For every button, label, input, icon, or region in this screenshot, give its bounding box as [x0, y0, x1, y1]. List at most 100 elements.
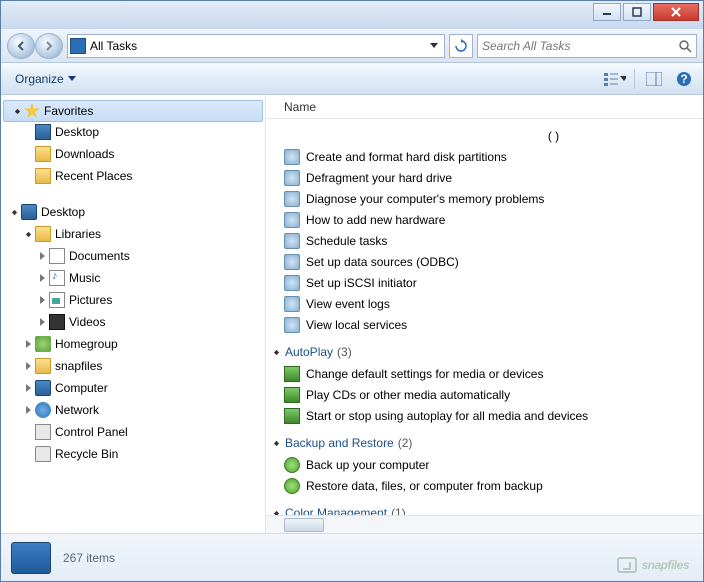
node-icon [35, 402, 51, 418]
libraries-icon [35, 226, 51, 242]
task-item[interactable]: Create and format hard disk partitions [284, 146, 703, 167]
favorites-item[interactable]: Downloads [1, 143, 265, 165]
preview-pane-button[interactable] [643, 68, 665, 90]
task-icon [284, 149, 300, 165]
task-item[interactable]: Change default settings for media or dev… [284, 363, 703, 384]
view-options-button[interactable] [604, 68, 626, 90]
task-item[interactable]: Set up iSCSI initiator [284, 272, 703, 293]
task-item[interactable]: How to add new hardware [284, 209, 703, 230]
library-icon [49, 270, 65, 286]
desktop-node[interactable]: Desktop [1, 201, 265, 223]
desktop-label: Desktop [41, 205, 85, 219]
desktop-icon [21, 204, 37, 220]
desktop-child[interactable]: Control Panel [1, 421, 265, 443]
status-icon [11, 542, 51, 574]
task-item[interactable]: View local services [284, 314, 703, 335]
task-item[interactable]: View event logs [284, 293, 703, 314]
toolbar: Organize ? [1, 63, 703, 95]
favorites-label: Favorites [44, 104, 93, 118]
group-header[interactable]: AutoPlay (3) [274, 345, 703, 359]
star-icon [24, 103, 40, 119]
content-area: Favorites DesktopDownloadsRecent Places … [1, 95, 703, 533]
tree-label: Homegroup [55, 337, 118, 351]
folder-icon [35, 124, 51, 140]
scrollbar-thumb[interactable] [284, 518, 324, 532]
task-label: Diagnose your computer's memory problems [306, 192, 544, 206]
task-label: Restore data, files, or computer from ba… [306, 479, 543, 493]
tree-label: Documents [69, 249, 130, 263]
task-label: View event logs [306, 297, 390, 311]
task-icon [284, 478, 300, 494]
search-box[interactable] [477, 34, 697, 58]
help-button[interactable]: ? [673, 68, 695, 90]
library-item[interactable]: Pictures [1, 289, 265, 311]
library-item[interactable]: Music [1, 267, 265, 289]
task-item[interactable]: Defragment your hard drive [284, 167, 703, 188]
row-placeholder: ( ) [284, 125, 703, 146]
task-label: Change default settings for media or dev… [306, 367, 543, 381]
forward-button[interactable] [35, 33, 63, 59]
group-count: (2) [398, 436, 413, 450]
refresh-button[interactable] [449, 34, 473, 58]
task-item[interactable]: Set up data sources (ODBC) [284, 251, 703, 272]
library-item[interactable]: Documents [1, 245, 265, 267]
group-header[interactable]: Color Management (1) [274, 506, 703, 515]
status-bar: 267 items snapfiles [1, 533, 703, 581]
task-icon [284, 408, 300, 424]
item-count: 267 items [63, 551, 115, 565]
watermark: snapfiles [617, 557, 689, 573]
favorites-item[interactable]: Desktop [1, 121, 265, 143]
task-item[interactable]: Start or stop using autoplay for all med… [284, 405, 703, 426]
maximize-button[interactable] [623, 3, 651, 21]
desktop-child[interactable]: Homegroup [1, 333, 265, 355]
task-item[interactable]: Diagnose your computer's memory problems [284, 188, 703, 209]
group-header[interactable]: Backup and Restore (2) [274, 436, 703, 450]
column-header-name[interactable]: Name [266, 95, 703, 119]
desktop-child[interactable]: Computer [1, 377, 265, 399]
library-item[interactable]: Videos [1, 311, 265, 333]
library-icon [49, 314, 65, 330]
address-bar[interactable]: All Tasks [67, 34, 445, 58]
task-item[interactable]: Schedule tasks [284, 230, 703, 251]
svg-text:?: ? [680, 72, 687, 86]
search-input[interactable] [482, 39, 674, 53]
node-icon [35, 446, 51, 462]
task-list: ( ) Create and format hard disk partitio… [266, 119, 703, 515]
task-icon [284, 317, 300, 333]
node-icon [35, 336, 51, 352]
address-dropdown[interactable] [426, 43, 442, 49]
desktop-child[interactable]: Network [1, 399, 265, 421]
folder-icon [35, 168, 51, 184]
minimize-button[interactable] [593, 3, 621, 21]
library-icon [49, 248, 65, 264]
favorites-item[interactable]: Recent Places [1, 165, 265, 187]
task-icon [284, 170, 300, 186]
task-icon [284, 366, 300, 382]
desktop-child[interactable]: Recycle Bin [1, 443, 265, 465]
task-item[interactable]: Restore data, files, or computer from ba… [284, 475, 703, 496]
task-label: Back up your computer [306, 458, 429, 472]
task-label: How to add new hardware [306, 213, 445, 227]
address-text: All Tasks [90, 39, 422, 53]
tree-label: Desktop [55, 125, 99, 139]
tree-label: Control Panel [55, 425, 128, 439]
main-pane: Name ( ) Create and format hard disk par… [266, 95, 703, 533]
horizontal-scrollbar[interactable] [266, 515, 703, 533]
organize-menu[interactable]: Organize [9, 69, 82, 89]
task-icon [284, 296, 300, 312]
task-item[interactable]: Back up your computer [284, 454, 703, 475]
navigation-bar: All Tasks [1, 29, 703, 63]
folder-icon [35, 146, 51, 162]
task-icon [284, 457, 300, 473]
favorites-node[interactable]: Favorites [3, 100, 263, 122]
task-label: Defragment your hard drive [306, 171, 452, 185]
task-icon [284, 233, 300, 249]
tree-label: Network [55, 403, 99, 417]
back-button[interactable] [7, 33, 35, 59]
libraries-node[interactable]: Libraries [1, 223, 265, 245]
desktop-child[interactable]: snapfiles [1, 355, 265, 377]
close-button[interactable] [653, 3, 699, 21]
task-item[interactable]: Play CDs or other media automatically [284, 384, 703, 405]
task-icon [284, 254, 300, 270]
libraries-label: Libraries [55, 227, 101, 241]
